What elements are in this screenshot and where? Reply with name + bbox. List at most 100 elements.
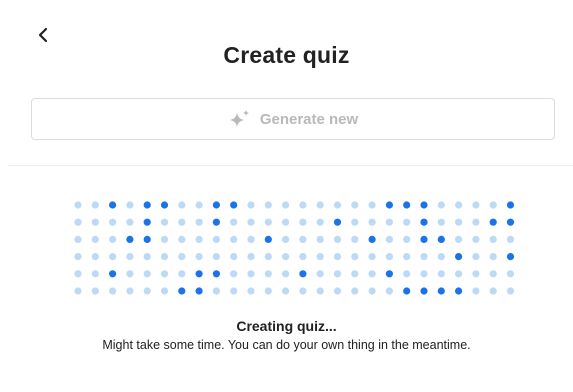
loader-dot	[247, 218, 255, 226]
loader-dot-active	[506, 253, 515, 261]
loader-dot-active	[489, 218, 497, 226]
loader-dot	[489, 287, 497, 295]
loader-dot-active	[160, 201, 169, 209]
loader-dot	[126, 253, 134, 261]
status-subtitle: Might take some time. You can do your ow…	[102, 338, 471, 352]
loader-dot	[282, 201, 290, 209]
loader-dot	[178, 253, 186, 261]
loader-dot-active	[403, 287, 411, 295]
loader-dot	[230, 287, 238, 295]
loader-dot-active	[143, 218, 151, 226]
status-title: Creating quiz...	[236, 318, 337, 334]
loader-dot	[385, 218, 393, 226]
loader-dot	[455, 218, 463, 226]
loader-dot	[109, 253, 117, 261]
loader-dot	[282, 287, 290, 295]
loader-dot-active	[212, 201, 220, 209]
loader-dot	[74, 253, 82, 261]
loader-dot	[230, 218, 238, 226]
loader-dot	[247, 201, 255, 209]
loader-dot	[282, 218, 290, 226]
loader-dot-active	[143, 235, 151, 243]
loader-dot	[403, 270, 411, 278]
loader-dot	[178, 218, 186, 226]
loader-dot	[455, 235, 463, 243]
loader-dot-active	[368, 235, 376, 243]
loader-dot	[368, 270, 376, 278]
loader-dot-active	[437, 235, 445, 243]
loader-dot	[472, 270, 480, 278]
loader-dot	[91, 235, 99, 243]
loader-dot-active	[299, 270, 307, 278]
loader-dot	[160, 287, 169, 295]
loader-dot	[316, 201, 324, 209]
loader-dot	[178, 201, 186, 209]
generate-new-button[interactable]: Generate new	[31, 98, 555, 140]
loader-dot	[472, 235, 480, 243]
loader-dot	[160, 253, 169, 261]
loader-dot	[74, 270, 82, 278]
loader-dot-active	[385, 270, 393, 278]
loader-dot	[178, 235, 186, 243]
loader-dot	[472, 253, 480, 261]
loader-dot	[212, 253, 220, 261]
loader-dot-active	[455, 253, 463, 261]
loader-dot-active	[420, 201, 428, 209]
loader-dot	[247, 270, 255, 278]
loader-dot	[368, 201, 376, 209]
loader-dot	[264, 253, 272, 261]
loader-dot	[472, 287, 480, 295]
page-title: Create quiz	[223, 42, 350, 68]
loader-dot	[403, 235, 411, 243]
loader-dot	[264, 218, 272, 226]
loader-dot	[91, 218, 99, 226]
loader-dot-active	[126, 235, 134, 243]
loader-dot	[247, 235, 255, 243]
loader-dot	[91, 270, 99, 278]
loader-dot	[282, 235, 290, 243]
loader-dot	[351, 201, 359, 209]
loader-dot	[333, 235, 342, 243]
loader-dot	[420, 270, 428, 278]
loader-dot	[212, 287, 220, 295]
loader-dot	[74, 218, 82, 226]
loader-dot	[351, 253, 359, 261]
loader-dot	[195, 201, 203, 209]
loader-dot	[74, 287, 82, 295]
loader-dot	[316, 270, 324, 278]
loader-dot	[437, 270, 445, 278]
loader-dot	[437, 201, 445, 209]
loader-dot-active	[506, 201, 515, 209]
loader-dot-active	[506, 218, 515, 226]
loader-dot	[437, 253, 445, 261]
loader-dot	[316, 235, 324, 243]
loader-dot	[282, 253, 290, 261]
loader-dot	[316, 253, 324, 261]
loader-dot	[212, 235, 220, 243]
loader-dot	[299, 253, 307, 261]
loader-dot	[506, 235, 515, 243]
loader-dot-active	[264, 235, 272, 243]
loader-dot	[143, 270, 151, 278]
loader-dot	[230, 253, 238, 261]
loader-dot	[126, 218, 134, 226]
loader-dot	[143, 287, 151, 295]
loader-dot	[489, 201, 497, 209]
loader-dot	[351, 270, 359, 278]
loader-dot	[160, 270, 169, 278]
loader-dot-active	[420, 218, 428, 226]
loader-dot-active	[212, 218, 220, 226]
loader-dot	[351, 235, 359, 243]
loader-dot-active	[403, 201, 411, 209]
loader-dot-active	[109, 201, 117, 209]
loader-dot-active	[437, 287, 445, 295]
loader-dot	[160, 235, 169, 243]
loader-dot-active	[195, 287, 203, 295]
loader-dot-active	[212, 270, 220, 278]
loader-dot	[74, 201, 82, 209]
loader-dot	[489, 270, 497, 278]
loader-dot	[178, 270, 186, 278]
loader-dot	[472, 201, 480, 209]
loader-dot	[420, 253, 428, 261]
loader-dot	[437, 218, 445, 226]
